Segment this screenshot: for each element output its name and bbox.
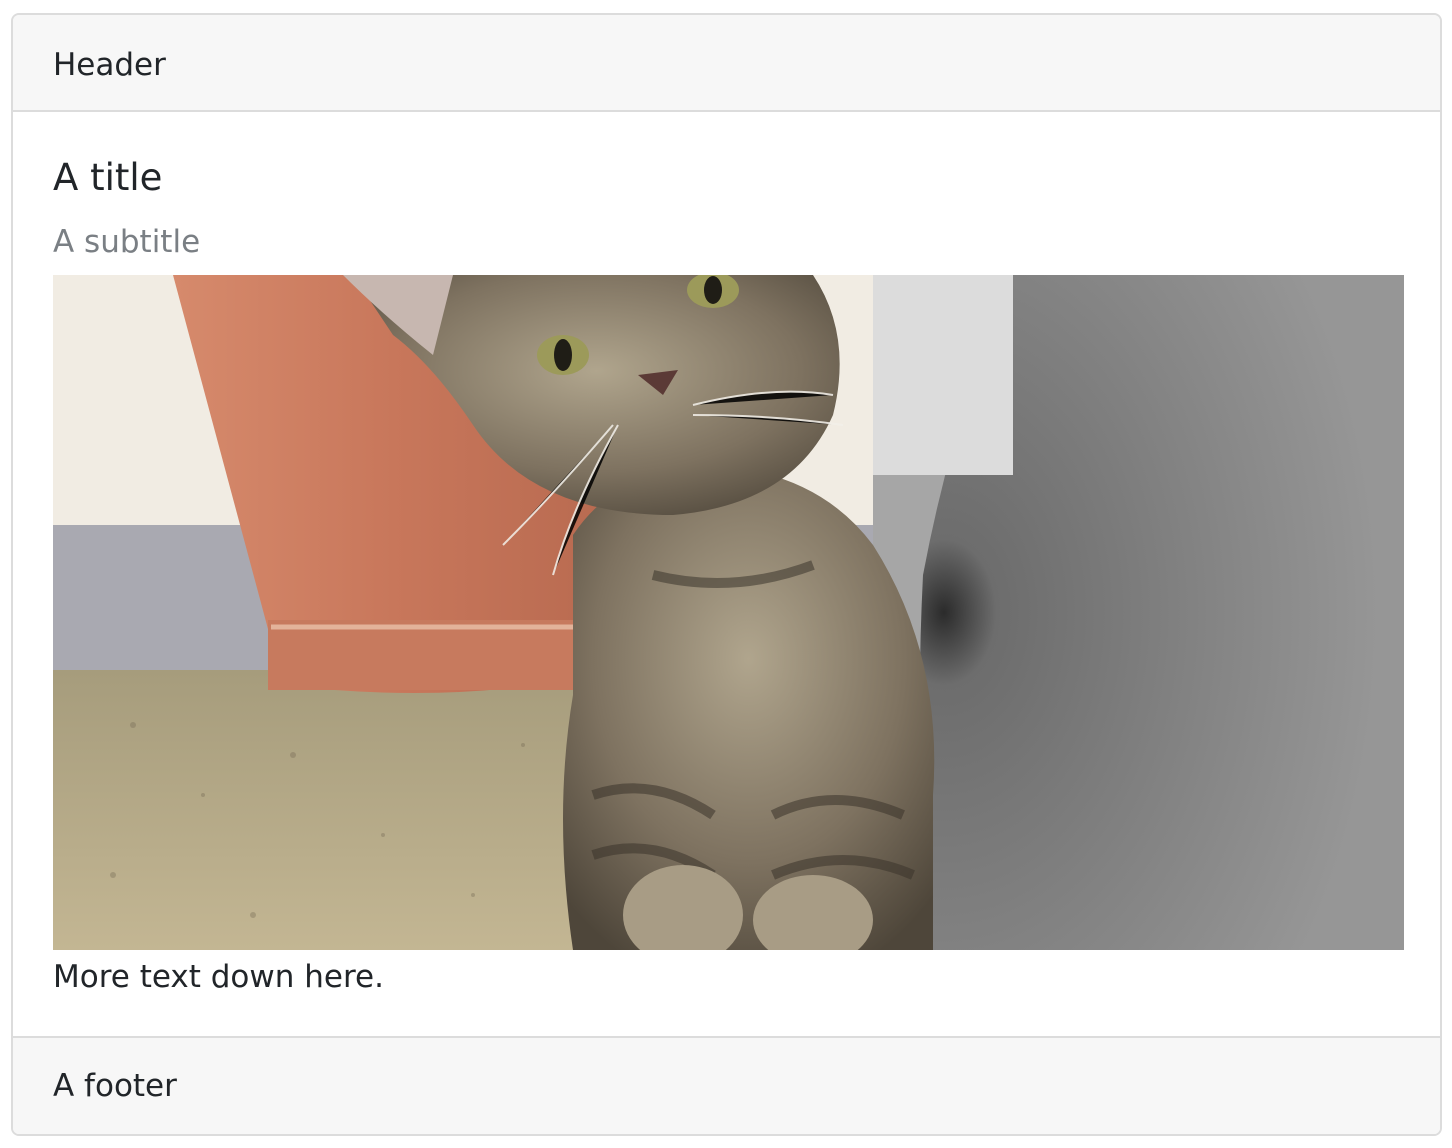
card-footer-text: A footer <box>53 1068 177 1104</box>
card-subtitle: A subtitle <box>53 224 201 260</box>
kitten-photo <box>53 275 1404 950</box>
card-header-text: Header <box>53 47 166 83</box>
card-footer: A footer <box>13 1036 1440 1134</box>
card: Header A title A subtitle More text down… <box>11 13 1442 1136</box>
card-title: A title <box>53 156 163 199</box>
card-header: Header <box>13 15 1440 112</box>
card-text: More text down here. <box>53 959 384 995</box>
